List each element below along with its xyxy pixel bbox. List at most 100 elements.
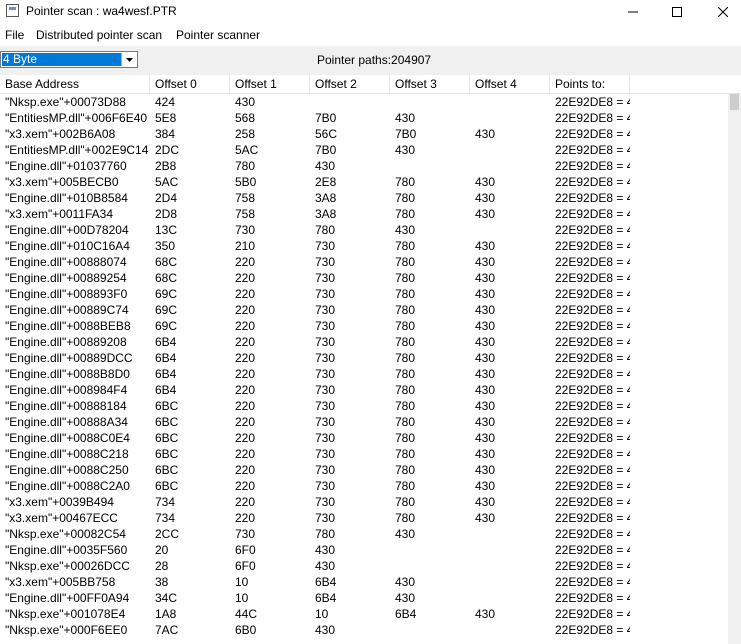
table-row[interactable]: "Nksp.exe"+000F6EE0 7AC 6B0 430 22E92DE8 = 4 [0, 622, 728, 638]
cell-offset-4: 430 [475, 447, 496, 461]
cell-base-address: "Engine.dll"+0035F560 [5, 543, 128, 557]
table-body: "Nksp.exe"+00073D88 424 430 22E92DE8 = 4 "En… [0, 94, 728, 638]
table-row[interactable]: "Engine.dll"+00888074 68C 220 730 780 430 22E9… [0, 254, 728, 270]
menu-file[interactable]: File [5, 28, 24, 42]
table-row[interactable]: "Engine.dll"+0035F560 20 6F0 430 22E92DE8 = … [0, 542, 728, 558]
column-header-offset-3[interactable]: Offset 3 [390, 75, 470, 93]
cell-offset-4: 430 [475, 495, 496, 509]
table-row[interactable]: "x3.xem"+005BECB0 5AC 5B0 2E8 780 430 22E92DE8… [0, 174, 728, 190]
cell-offset-0: 734 [155, 495, 176, 509]
table-row[interactable]: "x3.xem"+0011FA34 2D8 758 3A8 780 430 22E92DE8… [0, 206, 728, 222]
column-header-offset-1[interactable]: Offset 1 [230, 75, 310, 93]
table-row[interactable]: "x3.xem"+005BB758 38 10 6B4 430 22E92DE8 = 4 [0, 574, 728, 590]
table-row[interactable]: "Engine.dll"+010C16A4 350 210 730 780 430 22E9… [0, 238, 728, 254]
cell-offset-1: 568 [235, 111, 256, 125]
cell-offset-2: 730 [315, 287, 336, 301]
table-row[interactable]: "Engine.dll"+00889208 6B4 220 730 780 430 22E9… [0, 334, 728, 350]
dropdown-button[interactable] [121, 53, 136, 66]
table-row[interactable]: "x3.xem"+002B6A08 384 258 56C 7B0 430 22E92DE8… [0, 126, 728, 142]
table-row[interactable]: "Engine.dll"+00FF0A94 34C 10 6B4 430 22E92DE8… [0, 590, 728, 606]
vertical-scrollbar[interactable] [728, 94, 741, 644]
table-row[interactable]: "Engine.dll"+00889C74 69C 220 730 780 430 22E9… [0, 302, 728, 318]
table-row[interactable]: "Engine.dll"+00889254 68C 220 730 780 430 22E9… [0, 270, 728, 286]
column-header-offset-2[interactable]: Offset 2 [310, 75, 390, 93]
cell-offset-4 [470, 558, 550, 574]
table-row[interactable]: "Engine.dll"+0088BEB8 69C 220 730 780 430 22E9… [0, 318, 728, 334]
table-row[interactable]: "Nksp.exe"+001078E4 1A8 44C 10 6B4 430 22E92DE… [0, 606, 728, 622]
table-row[interactable]: "Engine.dll"+00D78204 13C 730 780 430 22E92DE… [0, 222, 728, 238]
cell-offset-4: 430 [475, 335, 496, 349]
cell-offset-2: 730 [315, 399, 336, 413]
cell-base-address: "Engine.dll"+008984F4 [5, 383, 128, 397]
table-row[interactable]: "Engine.dll"+0088B8D0 6B4 220 730 780 430 22E9… [0, 366, 728, 382]
column-header-offset-0[interactable]: Offset 0 [150, 75, 230, 93]
table-row[interactable]: "Engine.dll"+01037760 2B8 780 430 22E92DE8 =… [0, 158, 728, 174]
cell-offset-4 [470, 542, 550, 558]
column-header-base-address[interactable]: Base Address [0, 75, 150, 93]
cell-offset-0: 28 [155, 559, 169, 573]
value-type-dropdown[interactable]: 4 Byte [0, 51, 138, 68]
cell-offset-0: 6B4 [155, 335, 177, 349]
table-row[interactable]: "Engine.dll"+008893F0 69C 220 730 780 430 22E9… [0, 286, 728, 302]
cell-offset-0: 6BC [155, 463, 179, 477]
cell-base-address: "Engine.dll"+0088C218 [5, 447, 129, 461]
table-row[interactable]: "x3.xem"+0039B494 734 220 730 780 430 22E92DE8… [0, 494, 728, 510]
cell-offset-1: 220 [235, 351, 256, 365]
minimize-button[interactable] [610, 0, 656, 24]
column-header-points-to[interactable]: Points to: [550, 75, 630, 93]
cell-offset-1: 10 [235, 575, 249, 589]
cell-offset-4 [470, 142, 550, 158]
table-row[interactable]: "EntitiesMP.dll"+006F6E40 5E8 568 7B0 430 22E… [0, 110, 728, 126]
table-row[interactable]: "Nksp.exe"+00073D88 424 430 22E92DE8 = 4 [0, 94, 728, 110]
cell-points-to: 22E92DE8 = 4 [555, 239, 630, 253]
cell-offset-1: 220 [235, 367, 256, 381]
table-row[interactable]: "Engine.dll"+008984F4 6B4 220 730 780 430 22E9… [0, 382, 728, 398]
cell-offset-3 [390, 622, 470, 638]
close-button[interactable] [700, 0, 741, 24]
maximize-button[interactable] [654, 0, 700, 24]
cell-offset-3: 430 [395, 223, 416, 237]
menu-distributed-pointer-scan[interactable]: Distributed pointer scan [36, 28, 162, 42]
cell-offset-0: 5E8 [155, 111, 177, 125]
table-row[interactable]: "x3.xem"+00467ECC 734 220 730 780 430 22E92DE8… [0, 510, 728, 526]
cell-base-address: "Engine.dll"+00FF0A94 [5, 591, 130, 605]
cell-offset-1: 258 [235, 127, 256, 141]
cell-offset-4: 430 [475, 415, 496, 429]
cell-offset-2: 730 [315, 335, 336, 349]
table-row[interactable]: "EntitiesMP.dll"+002E9C14 2DC 5AC 7B0 430 22E… [0, 142, 728, 158]
cell-offset-3: 6B4 [395, 607, 417, 621]
table-row[interactable]: "Engine.dll"+00889DCC 6B4 220 730 780 430 22E9… [0, 350, 728, 366]
cell-offset-1: 5B0 [235, 175, 257, 189]
cell-offset-2: 430 [315, 159, 336, 173]
cell-offset-3: 7B0 [395, 127, 417, 141]
cell-offset-3: 780 [395, 383, 416, 397]
table-row[interactable]: "Nksp.exe"+00082C54 2CC 730 780 430 22E92DE8 … [0, 526, 728, 542]
cell-base-address: "Engine.dll"+0088BEB8 [5, 319, 131, 333]
cell-base-address: "x3.xem"+0011FA34 [5, 207, 114, 221]
cell-points-to: 22E92DE8 = 4 [555, 255, 630, 269]
cell-offset-0: 38 [155, 575, 169, 589]
cell-offset-1: 730 [235, 223, 256, 237]
table-row[interactable]: "Engine.dll"+0088C218 6BC 220 730 780 430 22E9… [0, 446, 728, 462]
cell-offset-2: 730 [315, 447, 336, 461]
maximize-icon [672, 7, 682, 17]
table-row[interactable]: "Engine.dll"+00888A34 6BC 220 730 780 430 22E9… [0, 414, 728, 430]
cell-offset-4: 430 [475, 479, 496, 493]
cell-points-to: 22E92DE8 = 4 [555, 207, 630, 221]
table-row[interactable]: "Engine.dll"+0088C250 6BC 220 730 780 430 22E9… [0, 462, 728, 478]
column-header-offset-4[interactable]: Offset 4 [470, 75, 550, 93]
cell-offset-4: 430 [475, 175, 496, 189]
cell-offset-1: 220 [235, 319, 256, 333]
table-row[interactable]: "Engine.dll"+010B8584 2D4 758 3A8 780 430 22E9… [0, 190, 728, 206]
cell-points-to: 22E92DE8 = 4 [555, 543, 630, 557]
scrollbar-thumb[interactable] [730, 94, 739, 110]
cell-points-to: 22E92DE8 = 4 [555, 383, 630, 397]
cell-offset-4 [470, 94, 550, 110]
table-row[interactable]: "Nksp.exe"+00026DCC 28 6F0 430 22E92DE8 = 4 [0, 558, 728, 574]
table-row[interactable]: "Engine.dll"+00888184 6BC 220 730 780 430 22E9… [0, 398, 728, 414]
cell-points-to: 22E92DE8 = 4 [555, 191, 630, 205]
table-row[interactable]: "Engine.dll"+0088C0E4 6BC 220 730 780 430 22E9… [0, 430, 728, 446]
menu-pointer-scanner[interactable]: Pointer scanner [176, 28, 260, 42]
table-row[interactable]: "Engine.dll"+0088C2A0 6BC 220 730 780 430 22E9… [0, 478, 728, 494]
cell-offset-1: 220 [235, 479, 256, 493]
